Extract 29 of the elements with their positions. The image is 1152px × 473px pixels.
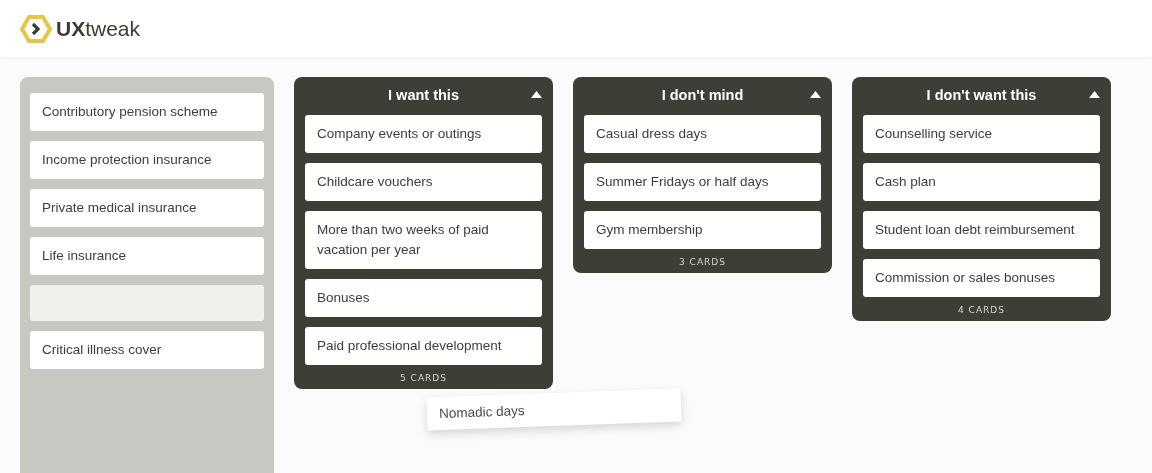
card-count: 4 CARDS xyxy=(957,305,1006,315)
card[interactable]: More than two weeks of paid vacation per year xyxy=(305,211,542,269)
card[interactable]: Childcare vouchers xyxy=(305,163,542,201)
card[interactable]: Contributory pension scheme xyxy=(30,93,264,131)
card-count: 5 CARDS xyxy=(399,373,448,383)
card[interactable]: Income protection insurance xyxy=(30,141,264,179)
category-title: I want this xyxy=(388,87,459,103)
collapse-caret-icon[interactable] xyxy=(531,91,542,98)
card[interactable]: Life insurance xyxy=(30,237,264,275)
card[interactable]: Student loan debt reimbursement xyxy=(863,211,1100,249)
collapse-caret-icon[interactable] xyxy=(810,91,821,98)
category-title: I don't mind xyxy=(661,87,744,103)
card[interactable]: Critical illness cover xyxy=(30,331,264,369)
card[interactable]: Company events or outings xyxy=(305,115,542,153)
collapse-caret-icon[interactable] xyxy=(1089,91,1100,98)
category-title: I don't want this xyxy=(926,87,1037,103)
dragged-card[interactable]: Nomadic days xyxy=(426,388,682,431)
card[interactable]: Paid professional development xyxy=(305,327,542,365)
card[interactable]: Casual dress days xyxy=(584,115,821,153)
card[interactable]: Commission or sales bonuses xyxy=(863,259,1100,297)
card-count: 3 CARDS xyxy=(678,257,727,267)
card[interactable]: Cash plan xyxy=(863,163,1100,201)
card[interactable]: Bonuses xyxy=(305,279,542,317)
card[interactable]: Private medical insurance xyxy=(30,189,264,227)
card[interactable]: Gym membership xyxy=(584,211,821,249)
hexagon-logo-icon xyxy=(20,14,52,43)
card[interactable]: Counselling service xyxy=(863,115,1100,153)
logo-text: UXtweak xyxy=(56,16,141,41)
card[interactable]: Summer Fridays or half days xyxy=(584,163,821,201)
